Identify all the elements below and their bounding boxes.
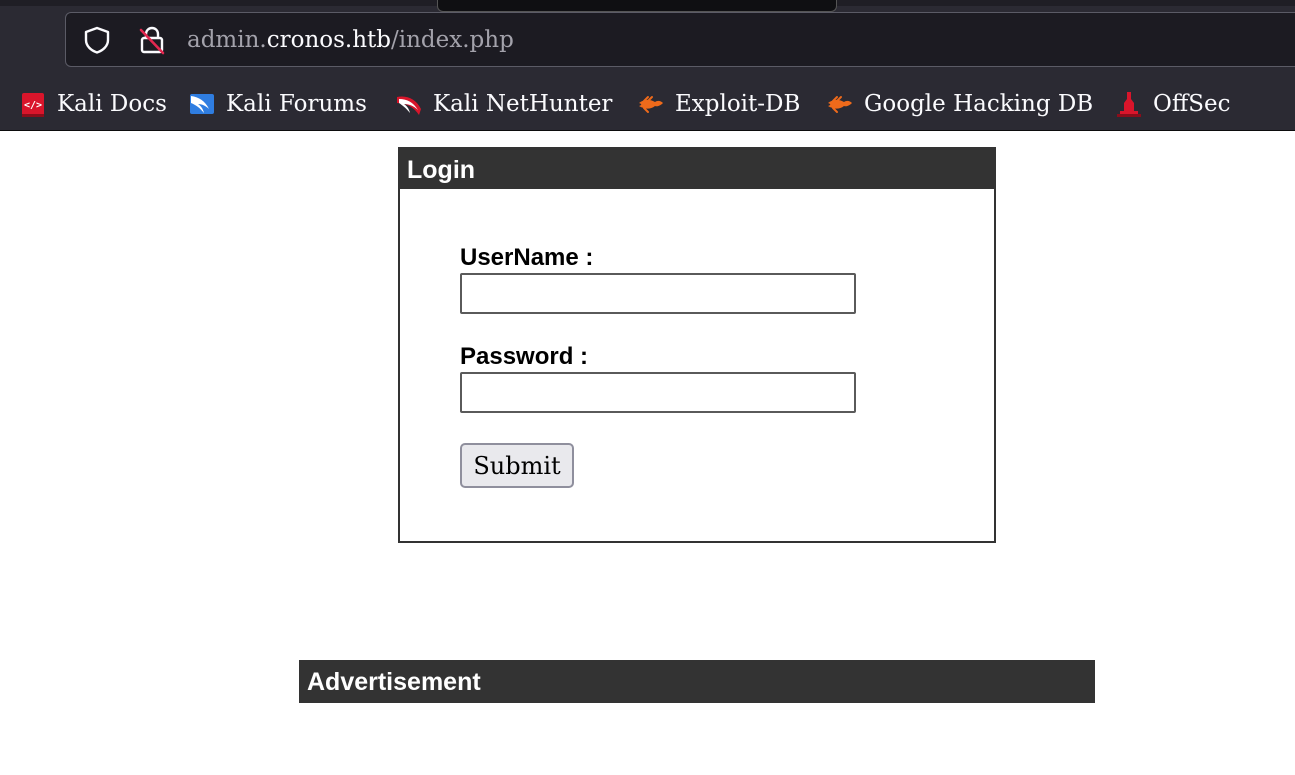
submit-button[interactable]: Submit (460, 443, 574, 488)
url-prefix: admin. (187, 27, 267, 53)
bookmark-label: Kali Docs (57, 91, 167, 117)
bookmark-kali-docs[interactable]: </> Kali Docs (18, 82, 167, 126)
login-form: Login UserName : Password : Submit (398, 147, 996, 543)
bookmark-exploit-db[interactable]: Exploit-DB (636, 82, 800, 126)
advertisement-header: Advertisement (299, 660, 1095, 703)
kali-nethunter-icon (397, 96, 421, 115)
bookmark-label: Kali Forums (226, 91, 367, 117)
ghdb-icon (828, 96, 852, 113)
url-text[interactable]: admin.cronos.htb/index.php (187, 24, 514, 56)
bookmark-kali-nethunter[interactable]: Kali NetHunter (394, 82, 612, 126)
username-input[interactable] (460, 273, 856, 314)
bookmark-kali-forums[interactable]: Kali Forums (187, 82, 367, 126)
login-title: Login (400, 149, 994, 189)
offsec-icon (1117, 92, 1141, 117)
browser-chrome: admin.cronos.htb/index.php </> Kali Docs… (0, 0, 1295, 131)
bookmark-label: Exploit-DB (675, 91, 801, 117)
password-label: Password : (460, 343, 589, 370)
exploit-db-icon (639, 96, 663, 113)
lock-slashed-icon[interactable] (136, 24, 168, 56)
bookmarks-toolbar: </> Kali Docs Kali Forums Kali NetHunter… (0, 82, 1295, 126)
kali-docs-icon: </> (22, 93, 44, 117)
svg-text:</>: </> (24, 100, 42, 111)
url-path: /index.php (391, 27, 514, 53)
active-tab[interactable] (437, 0, 837, 12)
bookmark-label: Kali NetHunter (433, 91, 613, 117)
bookmark-google-hacking-db[interactable]: Google Hacking DB (825, 82, 1093, 126)
bookmark-offsec[interactable]: OffSec (1114, 82, 1230, 126)
bookmark-label: Google Hacking DB (864, 91, 1094, 117)
bookmark-label: OffSec (1153, 91, 1231, 117)
chrome-divider (0, 130, 1295, 131)
url-host: cronos.htb (266, 27, 392, 53)
url-bar[interactable]: admin.cronos.htb/index.php (65, 12, 1295, 67)
shield-icon[interactable] (82, 25, 112, 55)
password-input[interactable] (460, 372, 856, 413)
username-label: UserName : (460, 244, 594, 271)
kali-forums-icon (190, 94, 214, 114)
